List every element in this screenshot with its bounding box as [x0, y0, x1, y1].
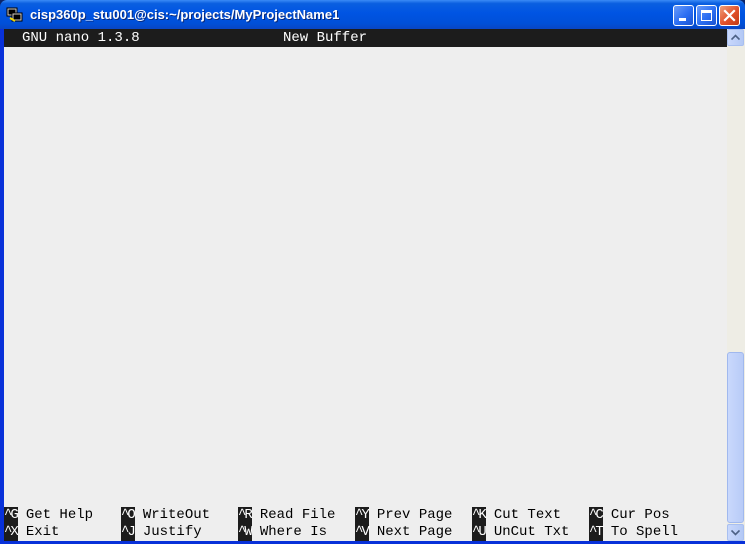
shortcut-next-page[interactable]: ^V Next Page	[355, 522, 453, 541]
shortcut-key: ^W	[238, 524, 253, 541]
putty-window: cisp360p_stu001@cis:~/projects/MyProject…	[0, 0, 745, 544]
maximize-icon	[701, 10, 712, 21]
shortcut-where-is[interactable]: ^W Where Is	[238, 522, 328, 541]
scroll-down-button[interactable]	[727, 524, 744, 541]
shortcut-to-spell[interactable]: ^T To Spell	[589, 522, 679, 541]
shortcut-cur-pos[interactable]: ^C Cur Pos	[589, 505, 670, 524]
shortcut-writeout[interactable]: ^O WriteOut	[121, 505, 210, 524]
shortcut-key: ^U	[472, 524, 487, 541]
scrollbar-thumb[interactable]	[727, 352, 744, 523]
shortcut-justify[interactable]: ^J Justify	[121, 522, 202, 541]
putty-terminal-icon[interactable]	[6, 6, 23, 23]
title-bar[interactable]: cisp360p_stu001@cis:~/projects/MyProject…	[0, 0, 745, 29]
nano-header-bar: GNU nano 1.3.8 New Buffer	[4, 29, 727, 47]
shortcut-label: To Spell	[610, 524, 679, 540]
arrow-down-icon	[731, 529, 740, 536]
terminal-area[interactable]: GNU nano 1.3.8 New Buffer ^G Get Help ^O W…	[4, 29, 727, 541]
shortcut-row-1: ^G Get Help ^O WriteOut ^R Read File ^Y Prev…	[4, 505, 727, 524]
window-title: cisp360p_stu001@cis:~/projects/MyProject…	[30, 7, 340, 22]
shortcut-read-file[interactable]: ^R Read File	[238, 505, 335, 524]
scroll-up-button[interactable]	[727, 29, 744, 46]
shortcut-key: ^T	[589, 524, 604, 541]
close-button[interactable]	[719, 5, 740, 26]
shortcut-label: Where Is	[259, 524, 328, 540]
nano-version: GNU nano 1.3.8	[22, 30, 140, 46]
shortcut-label: Exit	[25, 524, 60, 540]
close-icon	[723, 9, 736, 22]
arrow-up-icon	[731, 34, 740, 41]
shortcut-cut-text[interactable]: ^K Cut Text	[472, 505, 561, 524]
shortcut-label: UnCut Txt	[493, 524, 570, 540]
shortcut-label: Next Page	[376, 524, 453, 540]
shortcut-label: Justify	[142, 524, 202, 540]
shortcut-row-2: ^X Exit ^J Justify ^W Where Is ^V Next Page …	[4, 522, 727, 541]
minimize-icon	[679, 18, 686, 21]
editor-text-area[interactable]	[4, 47, 727, 502]
buffer-name: New Buffer	[283, 30, 368, 46]
shortcut-prev-page[interactable]: ^Y Prev Page	[355, 505, 452, 524]
vertical-scrollbar[interactable]	[727, 29, 745, 541]
shortcut-get-help[interactable]: ^G Get Help	[4, 505, 93, 524]
shortcut-uncut-txt[interactable]: ^U UnCut Txt	[472, 522, 570, 541]
shortcut-key: ^X	[4, 524, 19, 541]
maximize-button[interactable]	[696, 5, 717, 26]
shortcut-exit[interactable]: ^X Exit	[4, 522, 60, 541]
minimize-button[interactable]	[673, 5, 694, 26]
shortcut-key: ^V	[355, 524, 370, 541]
shortcut-key: ^J	[121, 524, 136, 541]
